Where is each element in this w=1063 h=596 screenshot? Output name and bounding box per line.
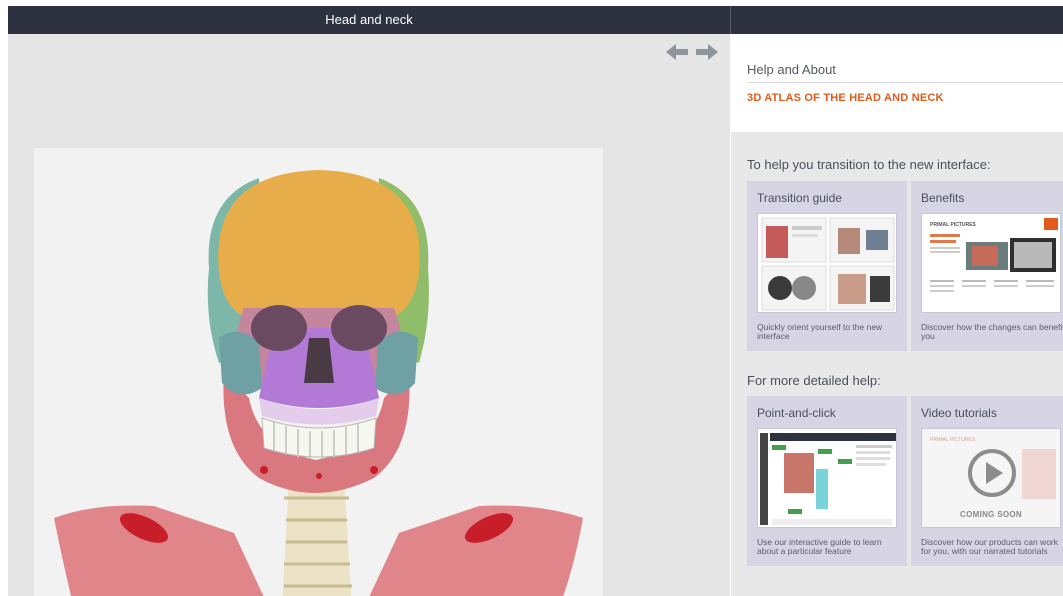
product-title: 3D ATLAS OF THE HEAD AND NECK	[747, 92, 944, 104]
video-tutorials-thumbnail: PRIMAL PICTURES COMING SOON	[921, 428, 1061, 528]
benefits-card[interactable]: Benefits PRIMAL PICTURES Discover how th…	[911, 181, 1063, 351]
card-title: Point-and-click	[757, 406, 836, 420]
sidebar-header: Help and About 3D ATLAS OF THE HEAD AND …	[731, 34, 1063, 132]
transition-heading: To help you transition to the new interf…	[747, 157, 991, 172]
video-thumb-heading: PRIMAL PICTURES	[930, 437, 976, 443]
detailed-help-heading: For more detailed help:	[747, 373, 881, 388]
card-description: Discover how our products can work for y…	[921, 537, 1059, 556]
coming-soon-badge: COMING SOON	[960, 510, 1022, 519]
help-about-label[interactable]: Help and About	[747, 62, 836, 77]
transition-guide-thumbnail	[757, 213, 897, 313]
benefits-thumb-heading: PRIMAL PICTURES	[930, 222, 976, 228]
skull-model-illustration	[54, 170, 583, 596]
model-viewer[interactable]	[8, 34, 730, 596]
page-title: Head and neck	[325, 12, 413, 27]
card-title: Video tutorials	[921, 406, 997, 420]
card-description: Discover how the changes can benefit you	[921, 322, 1063, 341]
header-divider	[747, 82, 1063, 83]
point-and-click-thumbnail	[757, 428, 897, 528]
title-bar-divider	[730, 6, 731, 34]
point-and-click-card[interactable]: Point-and-click Use our interactive guid…	[747, 396, 907, 566]
transition-guide-card[interactable]: Transition guide Quickly orient yourself…	[747, 181, 907, 351]
card-description: Use our interactive guide to learn about…	[757, 537, 882, 556]
card-title: Transition guide	[757, 191, 842, 205]
video-tutorials-card[interactable]: Video tutorials PRIMAL PICTURES COMING S…	[911, 396, 1063, 566]
left-right-arrows-icon[interactable]	[664, 42, 720, 62]
card-description: Quickly orient yourself to the new inter…	[757, 322, 883, 341]
card-title: Benefits	[921, 191, 965, 205]
help-sidebar: Help and About 3D ATLAS OF THE HEAD AND …	[731, 34, 1063, 596]
benefits-thumbnail: PRIMAL PICTURES	[921, 213, 1061, 313]
play-icon[interactable]	[966, 447, 1018, 499]
left-margin	[0, 0, 8, 596]
skull-3d-canvas[interactable]	[34, 148, 603, 596]
